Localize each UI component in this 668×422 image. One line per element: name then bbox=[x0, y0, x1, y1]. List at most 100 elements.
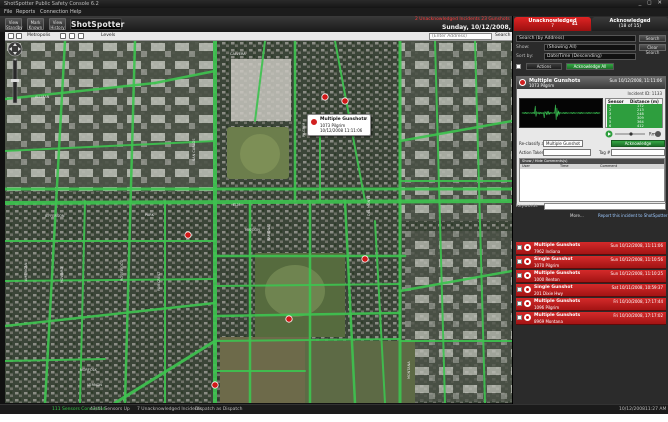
incident-datetime: Sun 10/12/2008, 11:11:06 bbox=[610, 243, 663, 248]
playback-controls[interactable]: Rm bbox=[605, 130, 663, 138]
action-taken-label: Action Taken bbox=[519, 150, 545, 155]
incident-list-item[interactable]: Multiple Gunshots 1096 Pilgrim Fri 10/10/2… bbox=[516, 298, 666, 311]
measure-icon[interactable] bbox=[60, 33, 66, 39]
unack-badge: 41 bbox=[572, 21, 578, 26]
sort-label: Sort by: bbox=[516, 54, 534, 59]
clear-search-button[interactable]: Clear Search bbox=[639, 44, 666, 55]
incident-title: Single Gunshot bbox=[534, 285, 573, 290]
address-search-input[interactable] bbox=[429, 33, 492, 40]
search-address-input[interactable]: Search (by Address) bbox=[516, 35, 636, 42]
keywords-input[interactable] bbox=[544, 203, 666, 210]
filter-show-row: Show: (Showing All) Clear Search bbox=[516, 44, 666, 55]
menu-connection[interactable]: Connection bbox=[40, 9, 68, 15]
shotspotter-logo: ShotSpotter bbox=[70, 18, 125, 30]
incident-address: 201 Dixie Hwy bbox=[534, 291, 563, 296]
zoom-icon[interactable] bbox=[16, 33, 22, 39]
comments-box[interactable]: Show / Hide Comments(s) User Time Commen… bbox=[519, 158, 665, 202]
street-label: AMERICAN bbox=[24, 262, 28, 281]
aerial-map[interactable]: ALLMAN CALVERA PILGRIM JEFFERSON MISSION SAN … bbox=[5, 41, 512, 403]
comments-comment-header: Comment bbox=[600, 164, 618, 168]
report-link[interactable]: Report this incident to ShotSpotter bbox=[598, 213, 668, 218]
sensor-row[interactable]: 6 412 bbox=[607, 124, 662, 128]
acknowledge-button[interactable]: Acknowledge bbox=[611, 140, 665, 147]
select-all-checkbox[interactable] bbox=[516, 64, 521, 69]
incident-panel: Unacknowledged 7 41 Acknowledged (18 of … bbox=[512, 16, 668, 404]
svg-text:+: + bbox=[13, 57, 16, 62]
show-select[interactable]: (Showing All) bbox=[544, 44, 636, 51]
gunshot-marker[interactable] bbox=[341, 97, 349, 105]
view-history-button[interactable]: View History bbox=[49, 18, 66, 30]
tag-label: Tag # bbox=[599, 150, 611, 155]
incident-checkbox[interactable] bbox=[517, 259, 522, 264]
pan-icon[interactable] bbox=[8, 33, 14, 39]
mark-known-button[interactable]: Mark Known bbox=[27, 18, 44, 30]
tag-input[interactable] bbox=[611, 149, 665, 156]
map-toolbar: Metropolis Levels Search bbox=[5, 32, 512, 41]
window-controls[interactable]: _ ◻ ✕ bbox=[639, 0, 664, 6]
map-search-button[interactable]: Search bbox=[495, 33, 510, 38]
incident-popup[interactable]: Multiple Gunshots 1073 Pilgrim 10/12/200… bbox=[307, 114, 371, 136]
gunshot-icon bbox=[524, 314, 531, 321]
gunshot-icon bbox=[310, 118, 318, 126]
action-taken-select[interactable] bbox=[543, 149, 591, 156]
incident-address: 1096 Pilgrim bbox=[534, 305, 560, 310]
incident-list-item[interactable]: Single Gunshot 201 Dixie Hwy Sat 10/11/200… bbox=[516, 284, 666, 297]
close-icon[interactable]: ✕ bbox=[364, 116, 368, 122]
incident-list-item[interactable]: Single Gunshot 1070 Pilgrim Sun 10/12/2008… bbox=[516, 256, 666, 269]
street-label: PARK bbox=[145, 213, 155, 217]
tab-unacknowledged[interactable]: Unacknowledged 7 41 bbox=[514, 17, 591, 31]
menu-reports[interactable]: Reports bbox=[16, 9, 35, 15]
sort-select[interactable]: Date/Time (Descending) bbox=[544, 53, 636, 60]
menu-help[interactable]: Help bbox=[70, 9, 81, 15]
tab-ack-count: (18 of 15) bbox=[618, 24, 642, 29]
search-button[interactable]: Search bbox=[639, 35, 666, 42]
street-label: NORFOLK bbox=[80, 368, 98, 372]
incident-title: Multiple Gunshots bbox=[534, 243, 581, 248]
incident-checkbox[interactable] bbox=[517, 273, 522, 278]
incident-checkbox[interactable] bbox=[517, 245, 522, 250]
levels-label[interactable]: Levels bbox=[101, 33, 115, 38]
detail-header[interactable]: Multiple Gunshots 1073 Pilgrim Sun 10/12… bbox=[517, 77, 665, 89]
view-standby-button[interactable]: View Standby bbox=[5, 18, 23, 30]
gunshot-marker[interactable] bbox=[285, 315, 293, 323]
menu-file[interactable]: File bbox=[4, 9, 12, 15]
street-label: RAMONA bbox=[267, 225, 271, 241]
incident-address: 8969 Montana bbox=[534, 319, 563, 324]
incident-datetime: Sun 10/12/2008, 11:10:56 bbox=[610, 257, 663, 262]
acknowledge-all-button[interactable]: Acknowledge All bbox=[566, 63, 614, 70]
street-label: VERNON bbox=[87, 383, 102, 387]
map-view[interactable]: ALLMAN CALVERA PILGRIM JEFFERSON MISSION SAN … bbox=[5, 41, 512, 403]
filter-sort-row: Sort by: Date/Time (Descending) bbox=[516, 53, 666, 61]
street-label: HOWARD bbox=[60, 267, 64, 283]
list-actions-row: Actions Acknowledge All bbox=[516, 62, 666, 72]
zoom-control[interactable]: + bbox=[5, 41, 25, 105]
keywords-label: Keywords bbox=[516, 204, 538, 209]
incident-checkbox[interactable] bbox=[517, 287, 522, 292]
status-date: 10/12/2008 bbox=[619, 407, 645, 412]
layers-icon[interactable] bbox=[69, 33, 75, 39]
incident-checkbox[interactable] bbox=[517, 301, 522, 306]
gunshot-icon bbox=[524, 272, 531, 279]
incident-list-item[interactable]: Multiple Gunshots 1000 Renton Sun 10/12/20… bbox=[516, 270, 666, 283]
status-sensors: 43/41 Sensors Up bbox=[90, 407, 130, 412]
gunshot-marker[interactable] bbox=[361, 255, 369, 263]
layer-select[interactable]: Metropolis bbox=[27, 33, 50, 38]
reclassify-select[interactable]: Multiple Gunshot bbox=[543, 140, 583, 147]
reclassify-row: Re-classify as Multiple Gunshot Acknowle… bbox=[519, 140, 665, 148]
incident-list-item[interactable]: Multiple Gunshots 8969 Montana Fri 10/10/2… bbox=[516, 312, 666, 325]
gunshot-marker[interactable] bbox=[211, 381, 219, 389]
alert-banner: 2 Unacknowledged Incidents 23 Gunshots bbox=[415, 17, 510, 22]
actions-dropdown[interactable]: Actions bbox=[526, 63, 562, 70]
comments-header: User Time Comment bbox=[520, 164, 664, 169]
audio-waveform[interactable] bbox=[519, 98, 603, 128]
gunshot-marker[interactable] bbox=[184, 231, 192, 239]
gunshot-marker[interactable] bbox=[321, 93, 329, 101]
tab-acknowledged[interactable]: Acknowledged (18 of 15) bbox=[592, 17, 668, 31]
incident-list-item[interactable]: Multiple Gunshots 7962 Indiana Sun 10/12/2… bbox=[516, 242, 666, 255]
incident-checkbox[interactable] bbox=[517, 315, 522, 320]
more-link[interactable]: More... bbox=[570, 213, 584, 218]
svg-text:Rm: Rm bbox=[649, 132, 656, 137]
print-icon[interactable] bbox=[78, 33, 84, 39]
street-label: CALVERA bbox=[230, 52, 246, 56]
street-label: MONTANA bbox=[407, 361, 411, 379]
